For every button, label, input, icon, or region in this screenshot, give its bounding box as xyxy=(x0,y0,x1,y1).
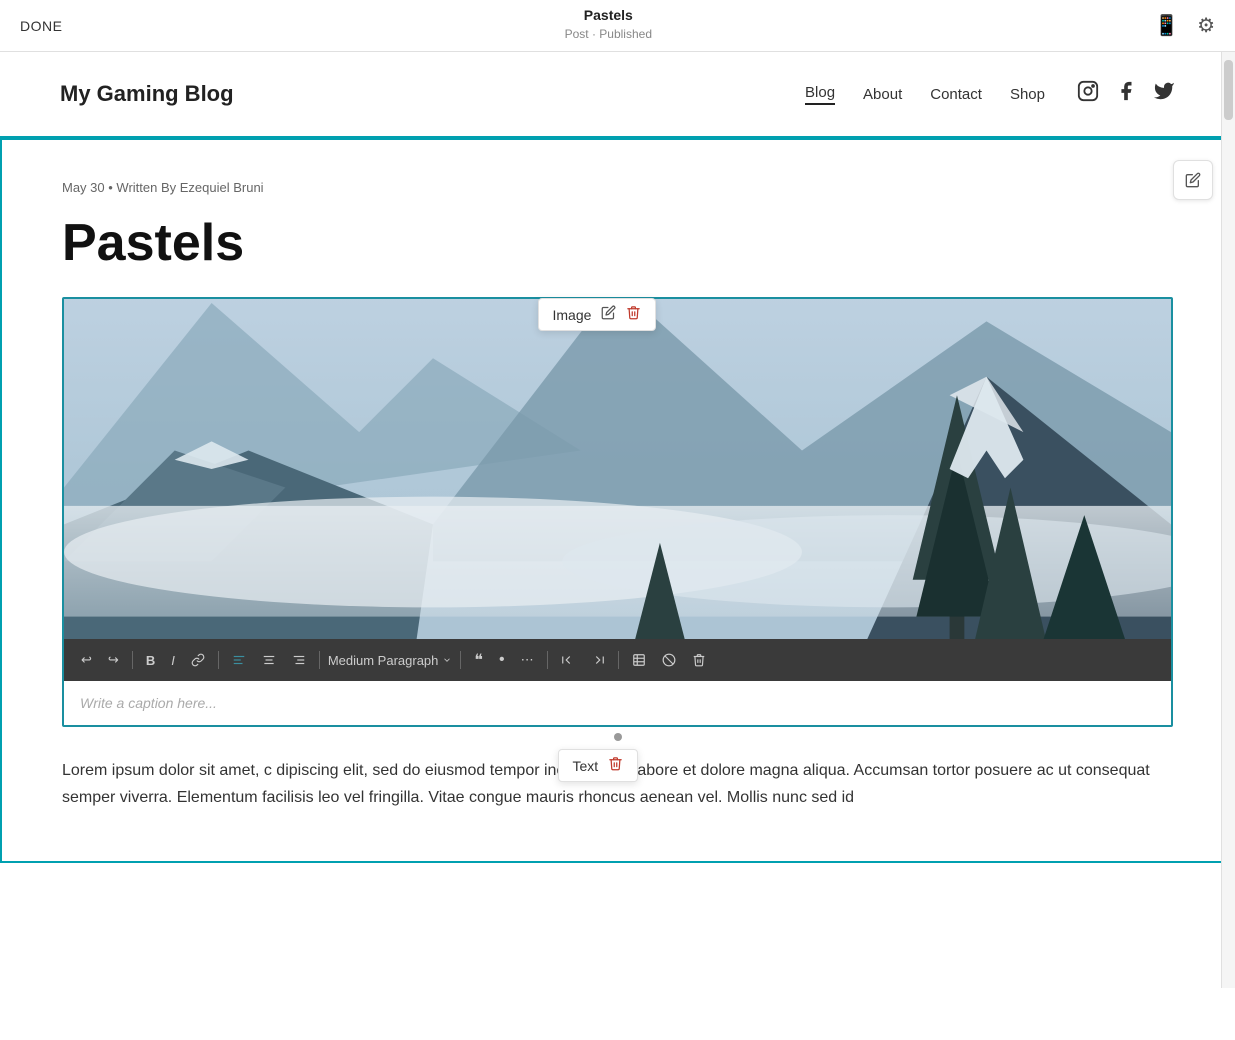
social-icons xyxy=(1077,80,1175,108)
scrollbar-track[interactable] xyxy=(1221,52,1235,988)
toolbar-separator-6 xyxy=(618,651,619,669)
redo-button[interactable]: ↪ xyxy=(103,649,124,671)
toolbar-separator-5 xyxy=(547,651,548,669)
post-image[interactable] xyxy=(64,299,1171,639)
text-block[interactable]: Text Lorem ipsum dolor sit amet, c dipis… xyxy=(62,747,1173,821)
top-bar-actions: 📱 ⚙ xyxy=(1154,13,1215,38)
nav-about[interactable]: About xyxy=(863,86,902,103)
edit-fab-button[interactable] xyxy=(1173,160,1213,200)
align-center-button[interactable] xyxy=(257,650,281,670)
paragraph-dropdown[interactable]: Medium Paragraph xyxy=(328,653,453,668)
image-toolbar: Image xyxy=(538,298,657,331)
text-inline-toolbar: Text xyxy=(558,749,639,782)
bullet-button[interactable]: • xyxy=(494,648,510,672)
more-button[interactable]: ⋯ xyxy=(516,649,539,671)
main-content: May 30 • Written By Ezequiel Bruni Paste… xyxy=(0,138,1235,863)
bold-button[interactable]: B xyxy=(141,650,160,671)
top-bar: DONE Pastels Post · Published 📱 ⚙ xyxy=(0,0,1235,52)
toolbar-separator-2 xyxy=(218,651,219,669)
link-button[interactable] xyxy=(186,650,210,670)
post-meta: May 30 • Written By Ezequiel Bruni xyxy=(62,180,1173,195)
nav-contact[interactable]: Contact xyxy=(930,86,982,103)
toolbar-separator-1 xyxy=(132,651,133,669)
scrollbar-thumb[interactable] xyxy=(1224,60,1233,120)
site-header: My Gaming Blog Blog About Contact Shop xyxy=(0,52,1235,138)
drag-dot xyxy=(614,733,622,741)
image-toolbar-label: Image xyxy=(553,307,592,323)
drag-handle[interactable] xyxy=(62,727,1173,747)
italic-button[interactable]: I xyxy=(166,650,180,671)
image-edit-icon[interactable] xyxy=(601,305,616,324)
undo-button[interactable]: ↩ xyxy=(76,649,97,671)
text-toolbar-label: Text xyxy=(573,758,599,774)
caption-input[interactable]: Write a caption here... xyxy=(64,681,1171,725)
nav-blog[interactable]: Blog xyxy=(805,84,835,105)
outdent-button[interactable] xyxy=(556,650,580,670)
indent-button[interactable] xyxy=(586,650,610,670)
embed-button[interactable] xyxy=(657,650,681,670)
settings-icon[interactable]: ⚙ xyxy=(1197,13,1215,38)
quote-button[interactable]: ❝ xyxy=(469,647,488,673)
image-block[interactable]: Image xyxy=(62,297,1173,727)
delete-block-button[interactable] xyxy=(687,650,711,670)
twitter-icon[interactable] xyxy=(1153,80,1175,108)
instagram-icon[interactable] xyxy=(1077,80,1099,108)
image-delete-icon[interactable] xyxy=(626,305,641,324)
facebook-icon[interactable] xyxy=(1115,80,1137,108)
site-title: My Gaming Blog xyxy=(60,81,234,107)
align-left-button[interactable] xyxy=(227,650,251,670)
toolbar-separator-3 xyxy=(319,651,320,669)
table-button[interactable] xyxy=(627,650,651,670)
mobile-preview-icon[interactable]: 📱 xyxy=(1154,13,1179,38)
top-bar-center: Pastels Post · Published xyxy=(565,6,652,45)
post-title-bar: Pastels xyxy=(565,6,652,24)
done-button[interactable]: DONE xyxy=(20,18,62,34)
page-content: My Gaming Blog Blog About Contact Shop xyxy=(0,52,1235,923)
text-delete-icon[interactable] xyxy=(608,756,623,775)
caption-toolbar: ↩ ↪ B I xyxy=(64,639,1171,681)
nav-shop[interactable]: Shop xyxy=(1010,86,1045,103)
align-right-button[interactable] xyxy=(287,650,311,670)
toolbar-separator-4 xyxy=(460,651,461,669)
post-heading: Pastels xyxy=(62,213,1173,273)
paragraph-label: Medium Paragraph xyxy=(328,653,439,668)
post-status-bar: Post · Published xyxy=(565,27,652,41)
site-nav: Blog About Contact Shop xyxy=(805,84,1045,105)
